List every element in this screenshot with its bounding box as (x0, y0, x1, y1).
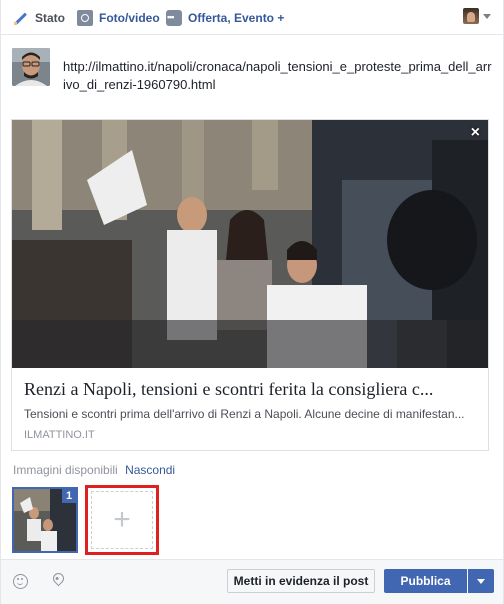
link-preview-description: Tensioni e scontri prima dell'arrivo di … (24, 407, 465, 421)
plus-icon: + (113, 503, 131, 536)
composer-tabs: Stato Foto/video Offerta, Evento + (1, 0, 503, 35)
pencil-icon (13, 10, 29, 26)
tab-offerta-evento[interactable]: Offerta, Evento + (166, 9, 284, 27)
composer-footer: Metti in evidenza il post Pubblica (1, 559, 503, 604)
link-preview-card[interactable]: × Renzi a Napoli, tensioni e scontri fer… (11, 119, 489, 451)
available-images-row: Immagini disponibili Nascondi (13, 463, 175, 477)
avatar (12, 48, 50, 86)
tab-foto-video[interactable]: Foto/video (77, 9, 160, 27)
tab-offerta-evento-label: Offerta, Evento + (188, 11, 285, 25)
tab-foto-video-label: Foto/video (99, 11, 160, 25)
publish-button[interactable]: Pubblica (384, 569, 467, 593)
add-image-button[interactable]: + (85, 485, 159, 555)
camera-icon (77, 10, 93, 26)
location-pin-icon[interactable] (50, 570, 67, 587)
tab-stato[interactable]: Stato (13, 9, 65, 27)
tab-stato-label: Stato (35, 11, 65, 25)
emoji-icon[interactable] (13, 574, 28, 589)
selected-count-badge: 1 (62, 489, 76, 503)
news-photo (12, 120, 488, 368)
image-thumbnail-selected[interactable]: 1 (12, 487, 78, 553)
more-dots-icon (166, 10, 182, 26)
post-composer: Stato Foto/video Offerta, Evento + http:… (0, 0, 504, 604)
post-text-input[interactable]: http://ilmattino.it/napoli/cronaca/napol… (63, 58, 493, 94)
hide-images-link[interactable]: Nascondi (125, 463, 175, 477)
chevron-down-icon[interactable] (483, 14, 491, 19)
available-images-label: Immagini disponibili (13, 463, 118, 477)
boost-post-button[interactable]: Metti in evidenza il post (227, 569, 375, 593)
link-preview-title[interactable]: Renzi a Napoli, tensioni e scontri ferit… (24, 378, 476, 400)
profile-selector-avatar[interactable] (463, 8, 479, 24)
link-preview-image: × (12, 120, 488, 368)
link-preview-domain: ILMATTINO.IT (24, 429, 95, 441)
avatar-image (12, 48, 50, 86)
close-icon[interactable]: × (471, 125, 480, 141)
publish-options-chevron-icon[interactable] (468, 569, 494, 593)
add-image-dropzone: + (91, 491, 153, 549)
